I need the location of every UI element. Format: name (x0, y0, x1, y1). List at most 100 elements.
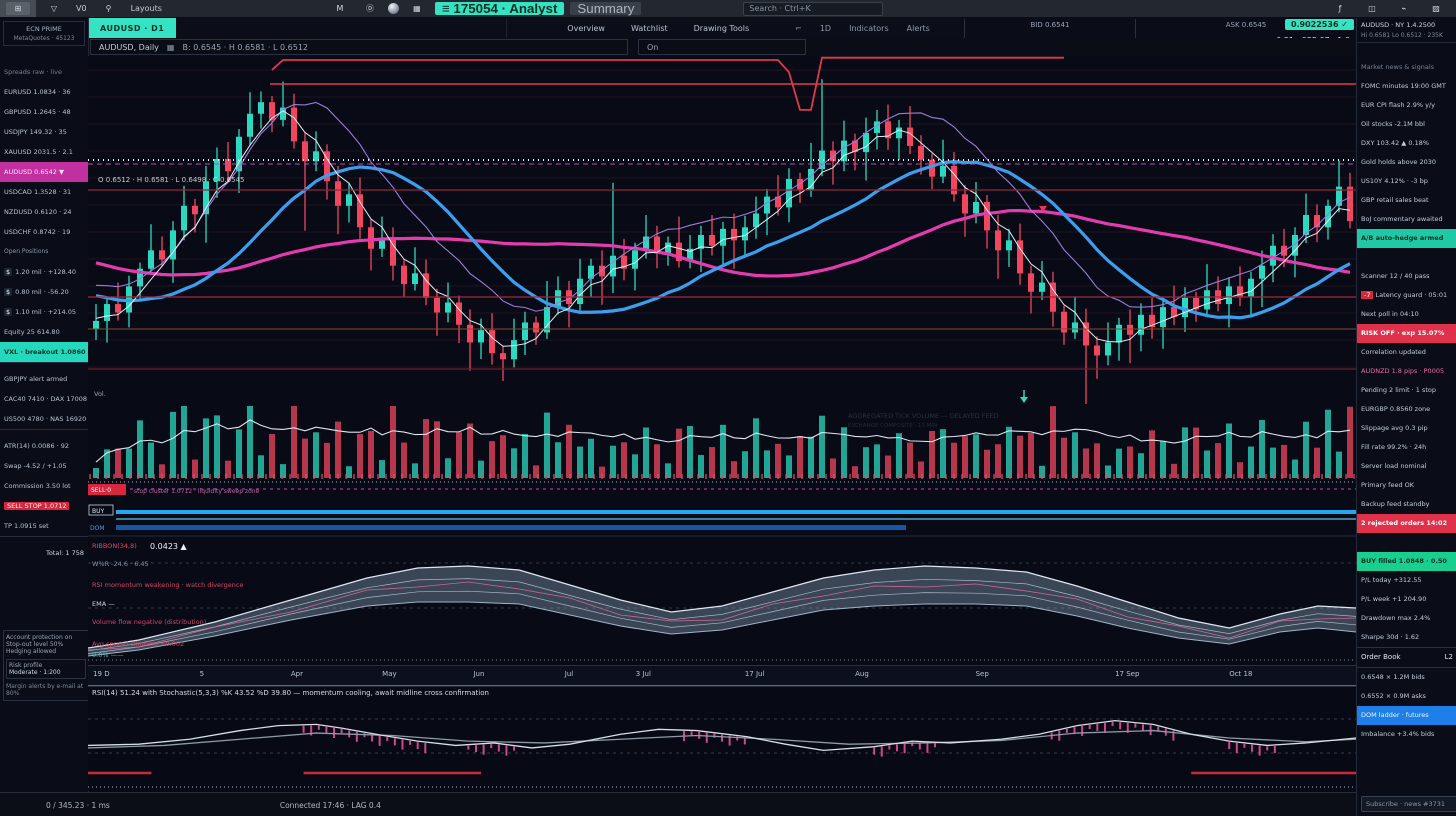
tab-item[interactable]: Drawing Tools (694, 24, 750, 33)
list-item[interactable]: Swap -4.52 / +1.05 (0, 456, 88, 476)
list-item[interactable]: RISK OFF · exp 15.07% (1357, 324, 1456, 343)
main-chart-pane[interactable]: O 0.6512 · H 0.6581 · L 0.6498 · C 0.654… (88, 56, 1356, 665)
list-item[interactable]: Correlation updated (1357, 343, 1456, 362)
list-item[interactable]: GBP retail sales beat (1357, 191, 1456, 210)
list-item[interactable]: P/L week +1 204.90 (1357, 590, 1456, 609)
list-item[interactable]: P/L today +312.55 (1357, 571, 1456, 590)
list-item[interactable]: TP 1.0915 set (0, 516, 88, 536)
tab-item[interactable]: Overview (567, 24, 605, 33)
tool-item[interactable]: 1D (820, 24, 831, 33)
list-item[interactable] (0, 536, 88, 543)
list-item[interactable]: Primary feed OK (1357, 476, 1456, 495)
list-item[interactable]: EURUSD 1.0834 · 36 (0, 82, 88, 102)
list-item[interactable]: USDJPY 149.32 · 35 (0, 122, 88, 142)
list-item[interactable]: 0.6548 × 1.2M bids (1357, 668, 1456, 687)
list-item[interactable]: Gold holds above 2030 (1357, 153, 1456, 172)
tab-item[interactable]: Watchlist (631, 24, 668, 33)
list-item[interactable]: Spreads raw · live (0, 62, 88, 82)
list-item[interactable]: Scanner 12 / 40 pass (1357, 267, 1456, 286)
list-item[interactable]: VXL · breakout 1.0860 (0, 342, 88, 362)
list-item[interactable]: EUR CPI flash 2.9% y/y (1357, 96, 1456, 115)
summary-button[interactable]: Summary (570, 2, 641, 15)
list-item[interactable]: 1.10 mil · +214.05 (0, 302, 88, 322)
list-item[interactable] (0, 429, 88, 436)
list-item[interactable]: Order BookL2 (1357, 647, 1456, 668)
pin-icon[interactable]: ⚲ (97, 2, 121, 15)
menu-v0[interactable]: V0 (72, 4, 91, 13)
list-item[interactable]: A/B auto-hedge armed (1357, 229, 1456, 248)
list-item[interactable]: BoJ commentary awaited (1357, 210, 1456, 229)
list-item[interactable]: Total: 1 758 (0, 543, 88, 563)
time-axis[interactable]: 19 D5AprMayJunJul3 Jul17 JulAugSep17 Sep… (88, 665, 1356, 686)
list-item[interactable]: DXY 103.42 ▲ 0.18% (1357, 134, 1456, 153)
grid-view-icon[interactable]: ▦ (405, 2, 429, 15)
oscillator-chart[interactable] (88, 687, 1356, 791)
tool-item[interactable]: Indicators (849, 24, 889, 33)
list-item[interactable]: Market news & signals (1357, 58, 1456, 77)
svg-text:EXCHANGE COMPOSITE · 15 MIN: EXCHANGE COMPOSITE · 15 MIN (848, 423, 937, 429)
app-grid-icon[interactable]: ⊞ (6, 2, 30, 15)
list-item[interactable]: Backup feed standby (1357, 495, 1456, 514)
filter-icon[interactable]: ▽ (42, 2, 66, 15)
list-item[interactable]: -7 Latency guard · 05:01 (1357, 286, 1456, 305)
list-item[interactable]: Pending 2 limit · 1 stop (1357, 381, 1456, 400)
toggle-m-icon[interactable]: M (328, 2, 352, 15)
list-item[interactable]: Open Positions (0, 242, 88, 262)
list-item[interactable]: Equity 25 614.80 (0, 322, 88, 342)
symbol-info-box[interactable]: AUDUSD, Daily ▦ B: 0.6545 · H 0.6581 · L… (90, 39, 628, 55)
list-item[interactable]: 1.20 mil · +128.40 (0, 262, 88, 282)
tool-item[interactable]: Alerts (907, 24, 930, 33)
list-item[interactable]: DOM ladder · futures (1357, 706, 1456, 725)
search-input[interactable]: Search · Ctrl+K (743, 2, 883, 16)
topbar-icon[interactable]: ▨ (1424, 2, 1448, 15)
list-item[interactable]: USDCHF 0.8742 · 19 (0, 222, 88, 242)
list-item[interactable]: US500 4780 · NAS 16920 (0, 409, 88, 429)
list-item[interactable]: Slippage avg 0.3 pip (1357, 419, 1456, 438)
topbar-icon[interactable]: ◫ (1360, 2, 1384, 15)
list-item[interactable]: SELL STOP 1.0712 (0, 496, 88, 516)
list-item[interactable]: AUDNZD 1.8 pips · P0005 (1357, 362, 1456, 381)
list-item[interactable]: Server load nominal (1357, 457, 1456, 476)
risk-profile-box[interactable]: Risk profile Moderate · 1:200 (6, 659, 86, 679)
grid-glyph-icon[interactable]: ▦ (167, 43, 175, 52)
menu-layouts[interactable]: Layouts (127, 4, 166, 13)
topbar-icon[interactable]: ⌁ (1392, 2, 1416, 15)
list-item[interactable]: AUDUSD 0.6542 ▼ (0, 162, 88, 182)
list-item[interactable]: NZDUSD 0.6120 · 24 (0, 202, 88, 222)
list-item[interactable]: 0.6552 × 0.9M asks (1357, 687, 1456, 706)
period-field[interactable]: On (638, 39, 806, 55)
subscribe-input[interactable]: Subscribe · news #3731 (1361, 796, 1456, 812)
tool-item[interactable]: ⌐ (795, 24, 802, 33)
list-item[interactable]: FOMC minutes 19:00 GMT (1357, 77, 1456, 96)
toggle-d-icon[interactable]: Ⓓ (358, 2, 382, 15)
list-item[interactable]: Fill rate 99.2% · 24h (1357, 438, 1456, 457)
list-item[interactable]: EURGBP 0.8560 zone (1357, 400, 1456, 419)
list-item[interactable]: US10Y 4.12% · -3 bp (1357, 172, 1456, 191)
tab-strip-empty[interactable] (176, 18, 507, 38)
oscillator-panel[interactable]: RSI(14) 51.24 with Stochastic(5,3,3) %K … (88, 686, 1356, 791)
candlestick-chart[interactable]: O 0.6512 · H 0.6581 · L 0.6498 · C 0.654… (88, 56, 1356, 665)
list-item[interactable]: Next poll in 04:10 (1357, 305, 1456, 324)
buy-pill-button[interactable]: 0.9022536 ✓ (1285, 19, 1354, 30)
list-item[interactable]: Imbalance +3.4% bids (1357, 725, 1456, 744)
list-item[interactable]: ATR(14) 0.0086 · 92 (0, 436, 88, 456)
list-item[interactable]: USDCAD 1.3528 · 31 (0, 182, 88, 202)
analyst-button[interactable]: ≡ 175054 · Analyst (435, 2, 564, 15)
list-item[interactable]: BUY filled 1.0848 · 0.50 (1357, 552, 1456, 571)
list-item[interactable]: GBPUSD 1.2645 · 48 (0, 102, 88, 122)
list-item[interactable]: Drawdown max 2.4% (1357, 609, 1456, 628)
list-item[interactable] (0, 362, 88, 369)
topbar-icon[interactable]: ƒ (1328, 2, 1352, 15)
globe-icon[interactable] (388, 3, 399, 14)
list-item[interactable] (1357, 248, 1456, 267)
list-item[interactable]: Oil stocks -2.1M bbl (1357, 115, 1456, 134)
list-item[interactable]: XAUUSD 2031.5 · 2.1 (0, 142, 88, 162)
active-chart-tab[interactable]: AUDUSD · D1 (88, 18, 176, 38)
list-item[interactable]: Sharpe 30d · 1.62 (1357, 628, 1456, 647)
list-item[interactable]: GBPJPY alert armed (0, 369, 88, 389)
list-item[interactable]: 2 rejected orders 14:02 (1357, 514, 1456, 533)
list-item[interactable]: Commission 3.50 lot (0, 476, 88, 496)
list-item[interactable] (1357, 533, 1456, 552)
list-item[interactable]: CAC40 7410 · DAX 17008 (0, 389, 88, 409)
list-item[interactable]: 0.80 mil · -56.20 (0, 282, 88, 302)
